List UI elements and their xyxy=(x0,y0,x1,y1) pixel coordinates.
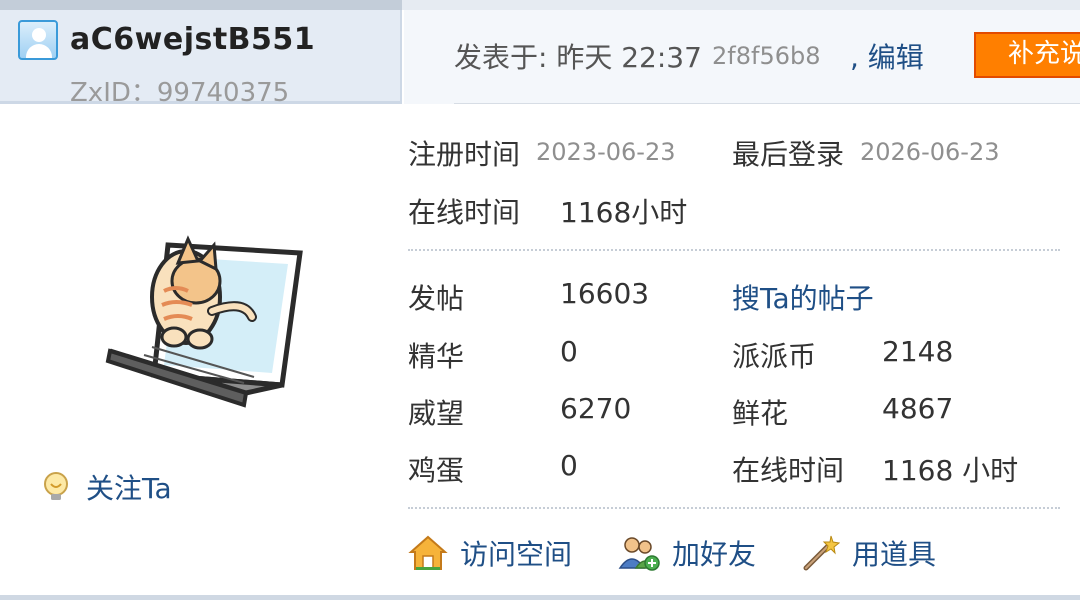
post-header: 发表于: 昨天 22:37 2f8f56b8 , 编辑 补充说明 xyxy=(404,10,1080,104)
online-time-2-label: 在线时间 xyxy=(732,454,845,487)
last-login-label: 最后登录 xyxy=(732,138,845,171)
add-friend-label: 加好友 xyxy=(672,538,757,571)
eggs-label: 鸡蛋 xyxy=(408,454,465,487)
use-item-button[interactable]: 用道具 xyxy=(800,533,936,573)
avatar-body xyxy=(26,44,52,58)
top-strip-left xyxy=(0,0,402,10)
lightbulb-icon xyxy=(44,472,68,500)
online-time-label: 在线时间 xyxy=(408,196,521,229)
prestige-value: 6270 xyxy=(560,392,632,425)
digest-value: 0 xyxy=(560,335,578,368)
use-item-label: 用道具 xyxy=(852,538,937,571)
zxid-value: 99740375 xyxy=(156,78,290,108)
flowers-label: 鲜花 xyxy=(732,397,789,430)
posts-label: 发帖 xyxy=(408,282,465,315)
zxid: ZxID：99740375 xyxy=(70,72,289,109)
add-friend-icon xyxy=(618,537,660,571)
search-posts-link[interactable]: 搜Ta的帖子 xyxy=(732,277,874,317)
post-header-rule xyxy=(454,103,1080,104)
user-header: aC6wejstB551 ZxID：99740375 xyxy=(0,10,402,108)
zxid-label: ZxID： xyxy=(70,78,157,108)
bottom-strip xyxy=(0,595,1080,600)
post-hash: 2f8f56b8 xyxy=(712,42,821,70)
online-time-value: 1168小时 xyxy=(560,196,688,229)
supplement-button[interactable]: 补充说明 xyxy=(974,32,1080,78)
last-login-value: 2026-06-23 xyxy=(860,138,1000,166)
eggs-value: 0 xyxy=(560,449,578,482)
home-icon xyxy=(408,535,448,570)
visit-space-label: 访问空间 xyxy=(460,538,573,571)
follow-label: 关注Ta xyxy=(86,472,172,505)
follow-button[interactable]: 关注Ta xyxy=(40,467,172,507)
divider xyxy=(408,249,1060,251)
username[interactable]: aC6wejstB551 xyxy=(70,22,315,57)
cat-laptop-illustration xyxy=(105,235,303,408)
coins-label: 派派币 xyxy=(732,340,817,373)
user-stats-panel: 注册时间 2023-06-23 最后登录 2026-06-23 在线时间 116… xyxy=(408,107,1080,595)
edit-link[interactable]: , 编辑 xyxy=(850,36,924,76)
user-sidebar: 关注Ta xyxy=(0,107,404,595)
visit-space-button[interactable]: 访问空间 xyxy=(408,533,572,573)
post-time: 发表于: 昨天 22:37 xyxy=(454,41,702,74)
reg-time-label: 注册时间 xyxy=(408,138,521,171)
add-friend-button[interactable]: 加好友 xyxy=(618,533,756,573)
flowers-value: 4867 xyxy=(882,392,954,425)
digest-label: 精华 xyxy=(408,340,465,373)
divider xyxy=(408,507,1060,509)
magic-wand-icon xyxy=(803,535,840,571)
coins-value: 2148 xyxy=(882,335,954,368)
top-strip xyxy=(0,0,1080,10)
avatar-head xyxy=(32,28,46,42)
posts-value: 16603 xyxy=(560,277,650,310)
user-avatar-icon[interactable] xyxy=(18,20,58,60)
reg-time-value: 2023-06-23 xyxy=(536,138,676,166)
prestige-label: 威望 xyxy=(408,397,465,430)
online-time-2-value: 1168 小时 xyxy=(882,454,1019,487)
